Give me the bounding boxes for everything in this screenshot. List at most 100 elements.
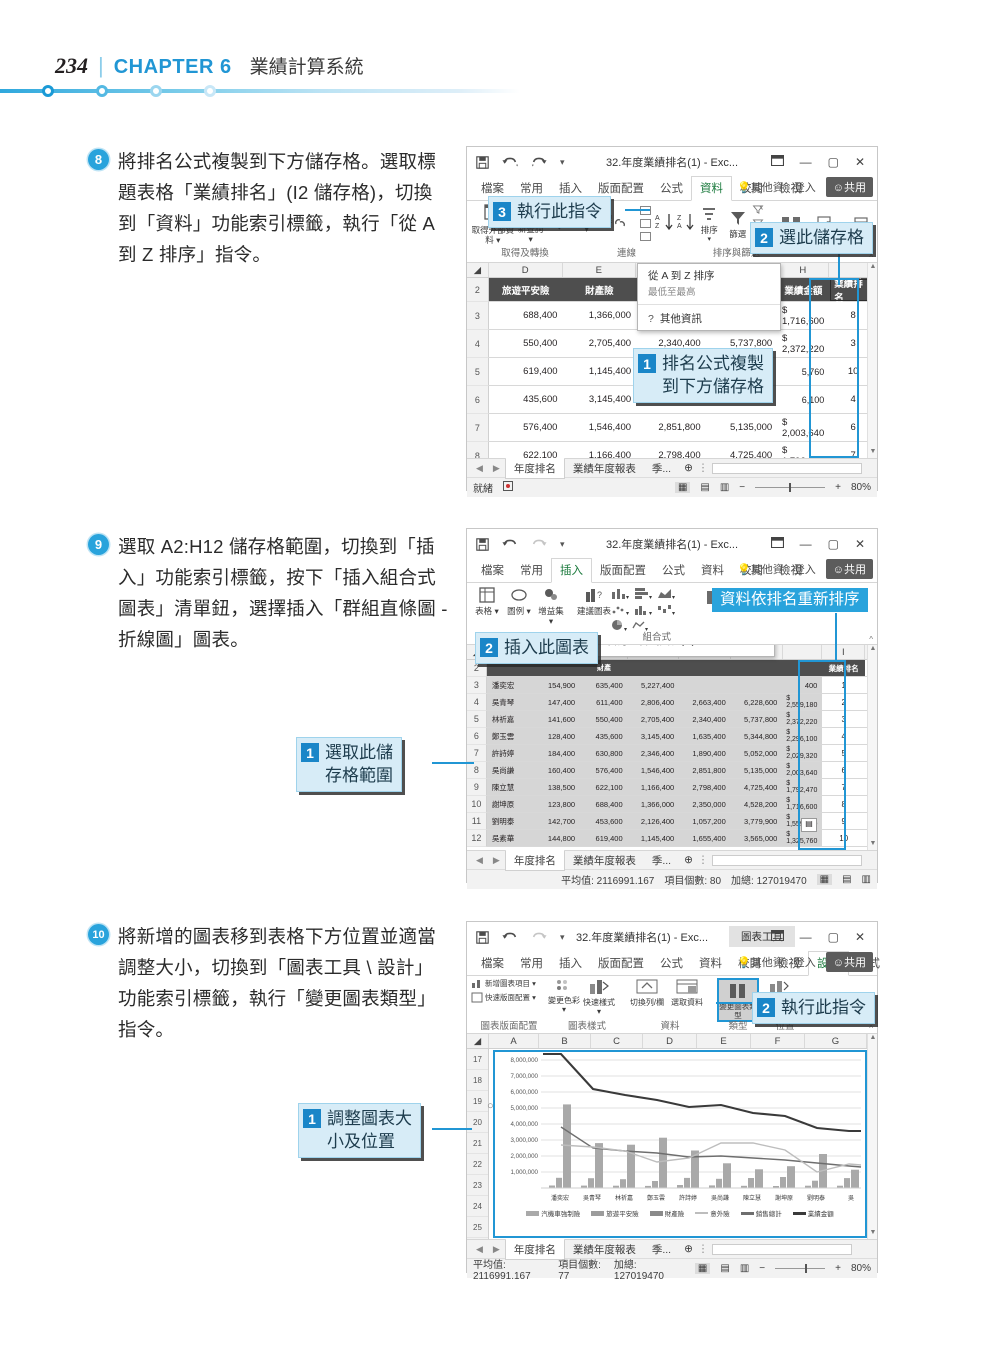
sheet-tab-annual-report-2[interactable]: 業績年度報表: [565, 851, 644, 870]
cell-d[interactable]: 2,126,400: [627, 813, 680, 830]
cell-e[interactable]: 2,798,400: [679, 779, 731, 796]
cell-e[interactable]: 2,663,400: [679, 694, 731, 711]
cell-f[interactable]: [731, 677, 783, 694]
scatter-chart-icon[interactable]: ▾: [611, 603, 629, 617]
table-row[interactable]: 5 林祈嘉 141,600 550,400 2,705,400 2,340,400 5,73…: [467, 711, 877, 728]
cell-name[interactable]: 謝坤原: [486, 796, 533, 813]
cell-d[interactable]: 688,400: [488, 302, 563, 330]
customize-qat-icon[interactable]: ▾: [560, 932, 565, 943]
col-E-3[interactable]: E: [697, 1034, 751, 1048]
cell-h[interactable]: $ 2,559,180: [782, 694, 823, 711]
tab-formula-1[interactable]: 公式: [652, 177, 691, 200]
table-row[interactable]: 4 吳青琴 147,400 611,400 2,806,400 2,663,400 6,22…: [467, 694, 877, 711]
scroll-down-arrow-1[interactable]: ▼: [868, 448, 877, 458]
cell-i[interactable]: 7: [822, 779, 865, 796]
cell-h[interactable]: $ 1,716,600: [782, 796, 823, 813]
share-button-3[interactable]: ☺共用: [825, 952, 873, 972]
view-pagelayout-icon-2[interactable]: ▤: [842, 874, 851, 885]
collapse-ribbon-icon-2[interactable]: ^: [869, 635, 873, 644]
ribbon-display-options-icon[interactable]: [770, 929, 784, 944]
tab-insert-2[interactable]: 插入: [551, 558, 592, 583]
embedded-chart[interactable]: 8,000,000 7,000,000 6,000,000 5,000,000 …: [493, 1050, 867, 1238]
cell-e[interactable]: 2,340,400: [679, 711, 731, 728]
bar-chart-icon[interactable]: ▾: [634, 587, 652, 601]
cell-d[interactable]: 5,227,400: [627, 677, 680, 694]
properties-icons[interactable]: [639, 205, 653, 243]
zoom-out-icon-3[interactable]: −: [759, 1263, 765, 1274]
sign-in-1[interactable]: 登入: [794, 179, 816, 195]
row-header[interactable]: 5: [467, 358, 489, 386]
worksheet-grid-3[interactable]: ◢ A B C D E F G 17 18 19 20 21 22 23 24 …: [467, 1034, 877, 1239]
quick-styles-button[interactable]: 快速樣式 ▾: [581, 978, 617, 1016]
sheet-nav-prev-3[interactable]: ◀: [471, 1244, 488, 1255]
cell-e[interactable]: 2,851,800: [679, 762, 731, 779]
col-D-3[interactable]: D: [643, 1034, 697, 1048]
table-row[interactable]: 6 鄭玉雲 128,400 435,600 3,145,400 1,635,400 5,34…: [467, 728, 877, 745]
horizontal-scrollbar-2[interactable]: [712, 854, 863, 866]
cell-c[interactable]: 688,400: [580, 796, 628, 813]
worksheet-grid-2[interactable]: ◢ I J 2 財產 業績排名 3潘奕宏154,900635,4005,227,…: [467, 645, 877, 850]
cell-e[interactable]: 2,350,000: [679, 796, 731, 813]
scroll-up-arrow-1[interactable]: ▲: [868, 263, 877, 273]
add-sheet-icon-1[interactable]: ⊕: [679, 462, 698, 474]
sheet-more-icon-1[interactable]: ⋮: [698, 462, 709, 474]
tell-me-1[interactable]: 💡其他資: [737, 179, 784, 195]
cell-d[interactable]: 576,400: [488, 414, 563, 442]
menu-item-sort-az[interactable]: 從 A 到 Z 排序: [638, 264, 780, 284]
waterfall-chart-icon[interactable]: ▾: [657, 603, 675, 617]
ribbon-display-options-icon[interactable]: [770, 154, 784, 169]
minimize-icon[interactable]: —: [800, 930, 812, 944]
cell-b[interactable]: 144,800: [532, 830, 581, 847]
sheet-nav-next-2[interactable]: ▶: [488, 855, 505, 866]
cell-h[interactable]: $ 2,372,220: [777, 330, 830, 358]
row-header[interactable]: 19: [467, 1091, 488, 1112]
table-row[interactable]: 10 謝坤原 123,800 688,400 1,366,000 2,350,000 4,5…: [467, 796, 877, 813]
table-row[interactable]: 12 吳素華 144,800 619,400 1,145,400 1,655,400 3,5…: [467, 830, 877, 847]
sheet-tab-bar-1[interactable]: ◀ ▶ 年度排名 業績年度報表 季... ⊕ ⋮: [467, 457, 877, 479]
table-row[interactable]: 7 許詩婷 184,400 630,800 2,346,400 1,890,400 5,05…: [467, 745, 877, 762]
col-I-2[interactable]: I: [822, 645, 866, 659]
vertical-scrollbar-3[interactable]: ▲ ▼: [867, 1034, 877, 1239]
view-normal-icon-1[interactable]: ▦: [674, 482, 691, 493]
zoom-slider-1[interactable]: [755, 483, 826, 492]
row-header[interactable]: 10: [467, 796, 487, 813]
tab-data-1[interactable]: 資料: [691, 176, 732, 201]
cell-h[interactable]: $ 2,003,640: [782, 762, 823, 779]
window-buttons-1[interactable]: — ▢ ✕: [770, 147, 873, 177]
sign-in-2[interactable]: 登入: [794, 561, 816, 577]
row-header[interactable]: 23: [467, 1175, 488, 1196]
cell-e[interactable]: 1,145,400: [562, 358, 637, 386]
cell-b[interactable]: 138,500: [532, 779, 581, 796]
cell-name[interactable]: 吳尚謙: [486, 762, 533, 779]
cell-h[interactable]: 6,100: [777, 386, 830, 414]
row-headers-3[interactable]: 17 18 19 20 21 22 23 24 25: [467, 1049, 489, 1239]
cell-c[interactable]: 619,400: [580, 830, 628, 847]
select-data-button[interactable]: 選取資料: [667, 978, 707, 1007]
redo-icon[interactable]: [531, 931, 547, 943]
cell-f[interactable]: 5,344,800: [730, 728, 783, 745]
sheet-more-icon-3[interactable]: ⋮: [698, 1243, 709, 1255]
view-pagebreak-icon-3[interactable]: ▥: [740, 1263, 749, 1274]
view-normal-icon-2[interactable]: ▦: [816, 874, 833, 885]
row-header[interactable]: 3: [467, 302, 489, 330]
sign-in-3[interactable]: 登入: [794, 954, 816, 970]
cell-e[interactable]: 1,890,400: [679, 745, 731, 762]
cell-f[interactable]: 2,851,800: [636, 414, 706, 442]
col-H[interactable]: H: [777, 263, 830, 277]
maximize-icon[interactable]: ▢: [828, 155, 839, 169]
view-normal-icon-3[interactable]: ▦: [694, 1263, 711, 1274]
cell-h[interactable]: 5,760: [777, 358, 830, 386]
row-header[interactable]: 8: [467, 762, 487, 779]
chart-resize-handle-left[interactable]: ○: [487, 1100, 494, 1112]
cell-i[interactable]: 6: [822, 762, 865, 779]
cell-b[interactable]: 123,800: [532, 796, 581, 813]
cell-c[interactable]: 611,400: [580, 694, 628, 711]
cell-c[interactable]: 550,400: [580, 711, 628, 728]
sheet-tab-annual-rank-2[interactable]: 年度排名: [504, 849, 565, 871]
table-row[interactable]: 8 吳尚謙 160,400 576,400 1,546,400 2,851,800 5,13…: [467, 762, 877, 779]
save-icon[interactable]: [476, 155, 489, 169]
cell-name[interactable]: 劉明泰: [486, 813, 533, 830]
tab-formula-3[interactable]: 公式: [652, 952, 691, 975]
illustrations-button[interactable]: 圖例 ▾: [503, 586, 535, 616]
cell-h[interactable]: $ 2,296,100: [782, 728, 823, 745]
